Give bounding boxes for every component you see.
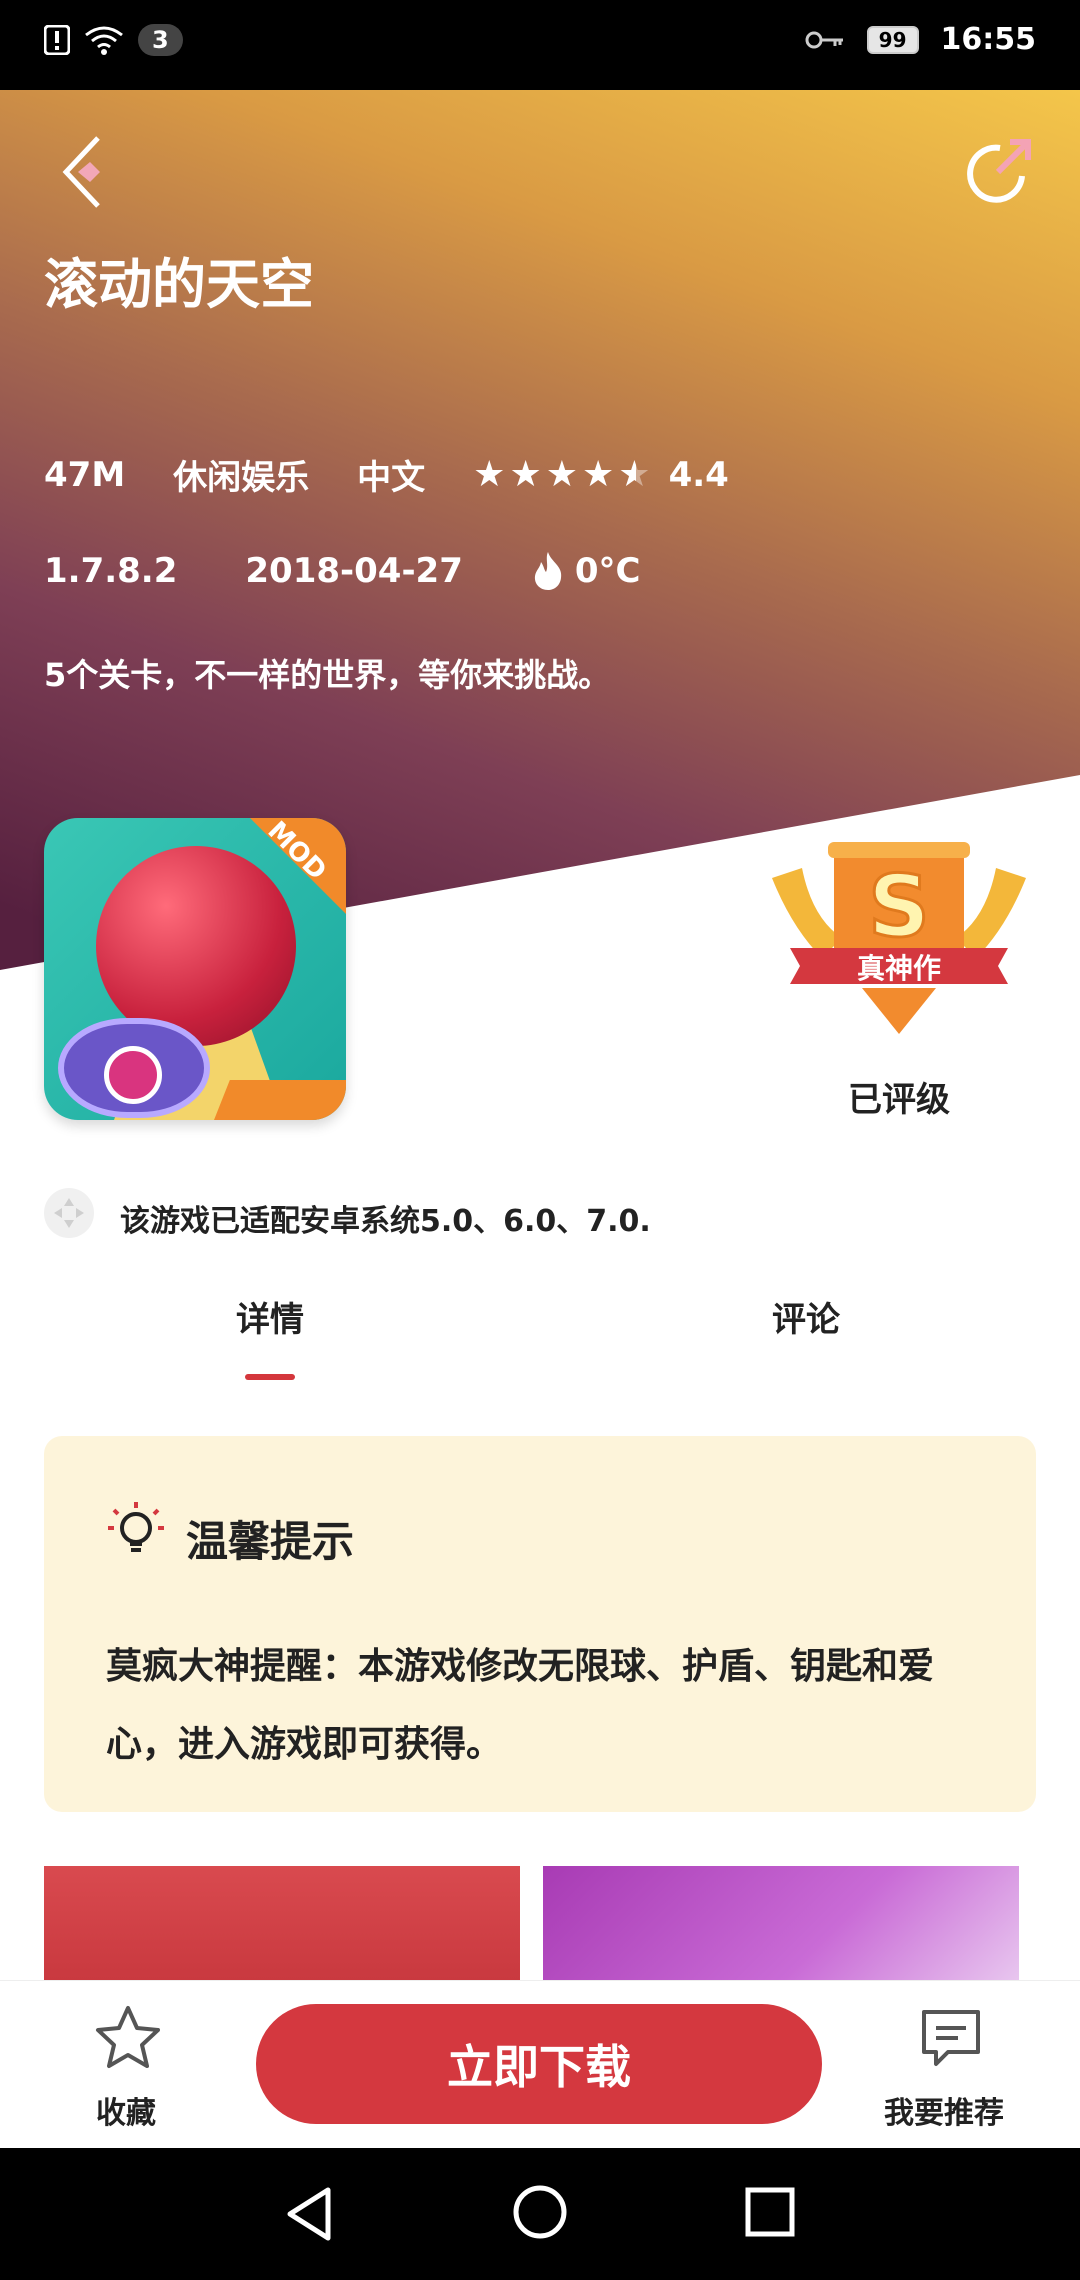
award-ribbon-text: 真神作 [857,952,941,985]
rated-label: 已评级 [848,1080,950,1120]
favorite-star-icon[interactable] [92,2002,164,2074]
star-icon: ★ [509,454,542,495]
screenshot-2[interactable] [543,1866,1019,1980]
icon-ball [96,846,296,1046]
nav-back-icon[interactable] [284,2184,334,2244]
game-temperature: 0°C [531,550,641,592]
star-icon: ★ [545,454,578,495]
screenshot-1[interactable] [44,1866,520,1980]
game-meta-row: 47M 休闲娱乐 中文 ★ ★ ★ ★ ★ 4.4 [44,450,729,499]
nav-home-icon[interactable] [512,2184,568,2240]
back-icon[interactable] [58,134,108,210]
recommend-label[interactable]: 我要推荐 [884,2088,1004,2132]
rating-stars: ★ ★ ★ ★ ★ 4.4 [473,454,729,495]
tip-title: 温馨提示 [186,1517,355,1566]
game-version: 1.7.8.2 [44,551,178,591]
tip-body: 莫疯大神提醒：本游戏修改无限球、护盾、钥匙和爱心，进入游戏即可获得。 [106,1646,935,1765]
gamepad-icon [44,1188,94,1238]
icon-pupil [104,1046,162,1104]
compat-text: 该游戏已适配安卓系统5.0、6.0、7.0. [120,1204,651,1239]
favorite-label[interactable]: 收藏 [96,2088,156,2132]
star-icon: ★ [473,454,506,495]
battery-indicator: 99 [866,25,919,54]
game-category: 休闲娱乐 [173,458,310,498]
wifi-icon [85,26,123,55]
key-icon [805,31,843,48]
game-size: 47M [44,454,126,495]
award-grade: S [868,857,930,957]
fire-icon [534,552,562,590]
tab-comments[interactable]: 评论 [772,1292,840,1341]
system-nav-bar [0,2148,1080,2280]
game-title: 滚动的天空 [44,253,314,316]
clock: 16:55 [940,22,1037,57]
notification-count-badge: 3 [138,24,183,56]
alert-icon [44,25,70,55]
game-description: 5个关卡，不一样的世界，等你来挑战。 [44,656,611,694]
game-date: 2018-04-27 [245,551,463,591]
icon-brand-bar [214,1080,346,1120]
award-badge: S 真神作 [772,842,1026,1034]
star-half-icon: ★ [618,454,651,495]
game-language: 中文 [357,458,426,498]
temperature-value: 0°C [574,551,641,591]
status-right: 99 16:55 [805,22,1036,57]
app-icon: MOD [44,818,346,1120]
star-icon: ★ [582,454,615,495]
download-button[interactable]: 立即下载 [256,2004,822,2124]
lightbulb-icon [108,1502,164,1552]
game-version-row: 1.7.8.2 2018-04-27 0°C [44,550,640,592]
nav-recents-icon[interactable] [744,2186,796,2238]
status-left: 3 [44,24,183,56]
tab-indicator [245,1374,295,1380]
recommend-chat-icon[interactable] [916,2002,986,2072]
rating-value: 4.4 [668,454,729,495]
share-icon[interactable] [964,136,1034,206]
tab-details[interactable]: 详情 [236,1292,304,1341]
status-bar: 3 99 16:55 [0,0,1080,90]
